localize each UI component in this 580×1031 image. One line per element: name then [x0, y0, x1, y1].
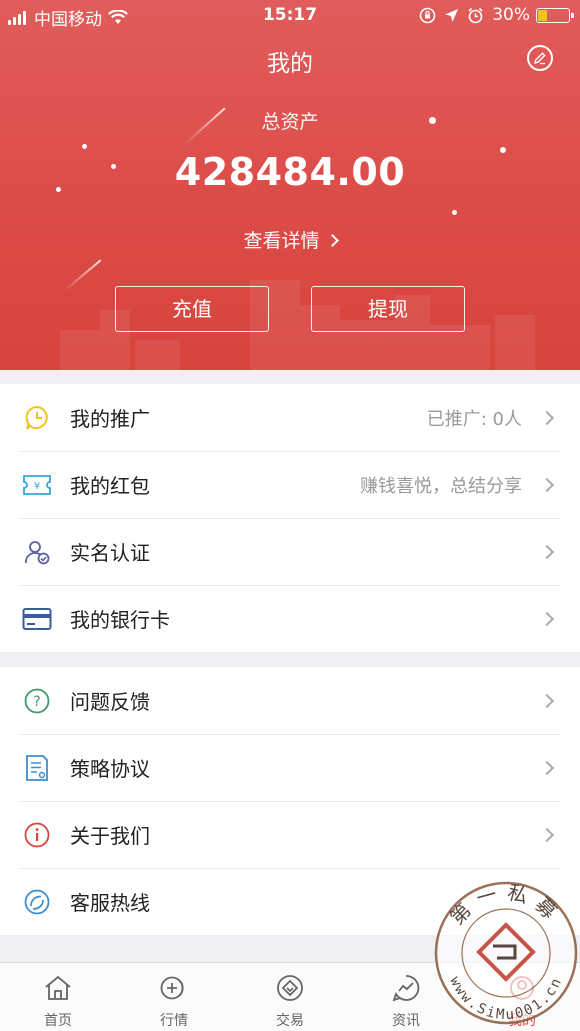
edit-icon[interactable] [527, 45, 553, 71]
question-icon: ? [22, 686, 52, 716]
phone-icon [22, 887, 52, 917]
menu-item-identity[interactable]: 实名认证 [0, 518, 580, 585]
info-icon [22, 820, 52, 850]
tab-trade[interactable]: 交易 [232, 963, 348, 1031]
location-icon [444, 8, 459, 23]
menu-item-label: 关于我们 [70, 824, 150, 848]
star-decoration [452, 210, 457, 215]
battery-level [538, 9, 547, 21]
trade-icon [277, 975, 303, 1001]
view-details-link[interactable]: 查看详情 [0, 226, 580, 253]
menu-item-red-packet[interactable]: ¥ 我的红包 赚钱喜悦，总结分享 [0, 451, 580, 518]
account-header: 中国移动 15:17 30% 我的 总资产 428484.00 查看详情 充值 … [0, 0, 580, 370]
view-details-label: 查看详情 [243, 230, 320, 252]
star-decoration [82, 144, 87, 149]
menu-item-value: 已推广: 0人 [426, 408, 522, 430]
promotion-icon [22, 403, 52, 433]
document-icon [22, 753, 52, 783]
page-title: 我的 [267, 51, 313, 77]
watermark-seal: 第一私募 www.SiMu001.cn [434, 880, 578, 1025]
menu-item-label: 客服热线 [70, 891, 150, 915]
menu-item-label: 策略协议 [70, 757, 150, 781]
identity-icon [22, 537, 52, 567]
menu-item-label: 实名认证 [70, 541, 150, 565]
battery-percent: 30% [492, 5, 530, 25]
chevron-right-icon [539, 477, 555, 492]
menu-item-label: 我的红包 [70, 474, 150, 498]
bank-card-icon [22, 604, 52, 634]
menu-item-label: 问题反馈 [70, 690, 150, 714]
home-icon [45, 975, 71, 1000]
total-assets-label: 总资产 [261, 111, 319, 133]
chevron-right-icon [539, 827, 555, 842]
tab-market[interactable]: 行情 [116, 963, 232, 1031]
svg-text:¥: ¥ [34, 481, 40, 492]
recharge-button[interactable]: 充值 [115, 286, 269, 332]
withdraw-button[interactable]: 提现 [311, 286, 465, 332]
chevron-right-icon [539, 693, 555, 708]
chevron-right-icon [325, 234, 339, 247]
market-icon [160, 976, 184, 1000]
status-bar: 中国移动 15:17 30% [0, 0, 580, 32]
news-icon [392, 975, 420, 1002]
battery-icon [536, 7, 574, 23]
menu-item-feedback[interactable]: ? 问题反馈 [0, 667, 580, 734]
total-assets-value: 428484.00 [174, 150, 406, 194]
city-skyline-decoration [60, 280, 535, 370]
chevron-right-icon [539, 760, 555, 775]
alarm-icon [467, 7, 484, 24]
tab-label: 交易 [276, 1013, 304, 1029]
menu-item-value: 赚钱喜悦，总结分享 [360, 475, 522, 497]
menu-item-label: 我的推广 [70, 407, 150, 431]
tab-home[interactable]: 首页 [0, 963, 116, 1031]
menu-item-label: 我的银行卡 [70, 608, 170, 632]
chevron-right-icon [539, 410, 555, 425]
svg-text:?: ? [33, 694, 40, 710]
chevron-right-icon [539, 611, 555, 626]
menu-group-account: 我的推广 已推广: 0人 ¥ 我的红包 赚钱喜悦，总结分享 实名认证 我的银行卡 [0, 384, 580, 652]
red-packet-icon: ¥ [22, 470, 52, 500]
tab-label: 行情 [160, 1013, 188, 1029]
menu-item-bank-card[interactable]: 我的银行卡 [0, 585, 580, 652]
menu-item-about[interactable]: 关于我们 [0, 801, 580, 868]
chevron-right-icon [539, 544, 555, 559]
tab-label: 首页 [44, 1013, 72, 1029]
menu-item-promotion[interactable]: 我的推广 已推广: 0人 [0, 384, 580, 451]
menu-item-agreement[interactable]: 策略协议 [0, 734, 580, 801]
orientation-lock-icon [419, 7, 436, 24]
